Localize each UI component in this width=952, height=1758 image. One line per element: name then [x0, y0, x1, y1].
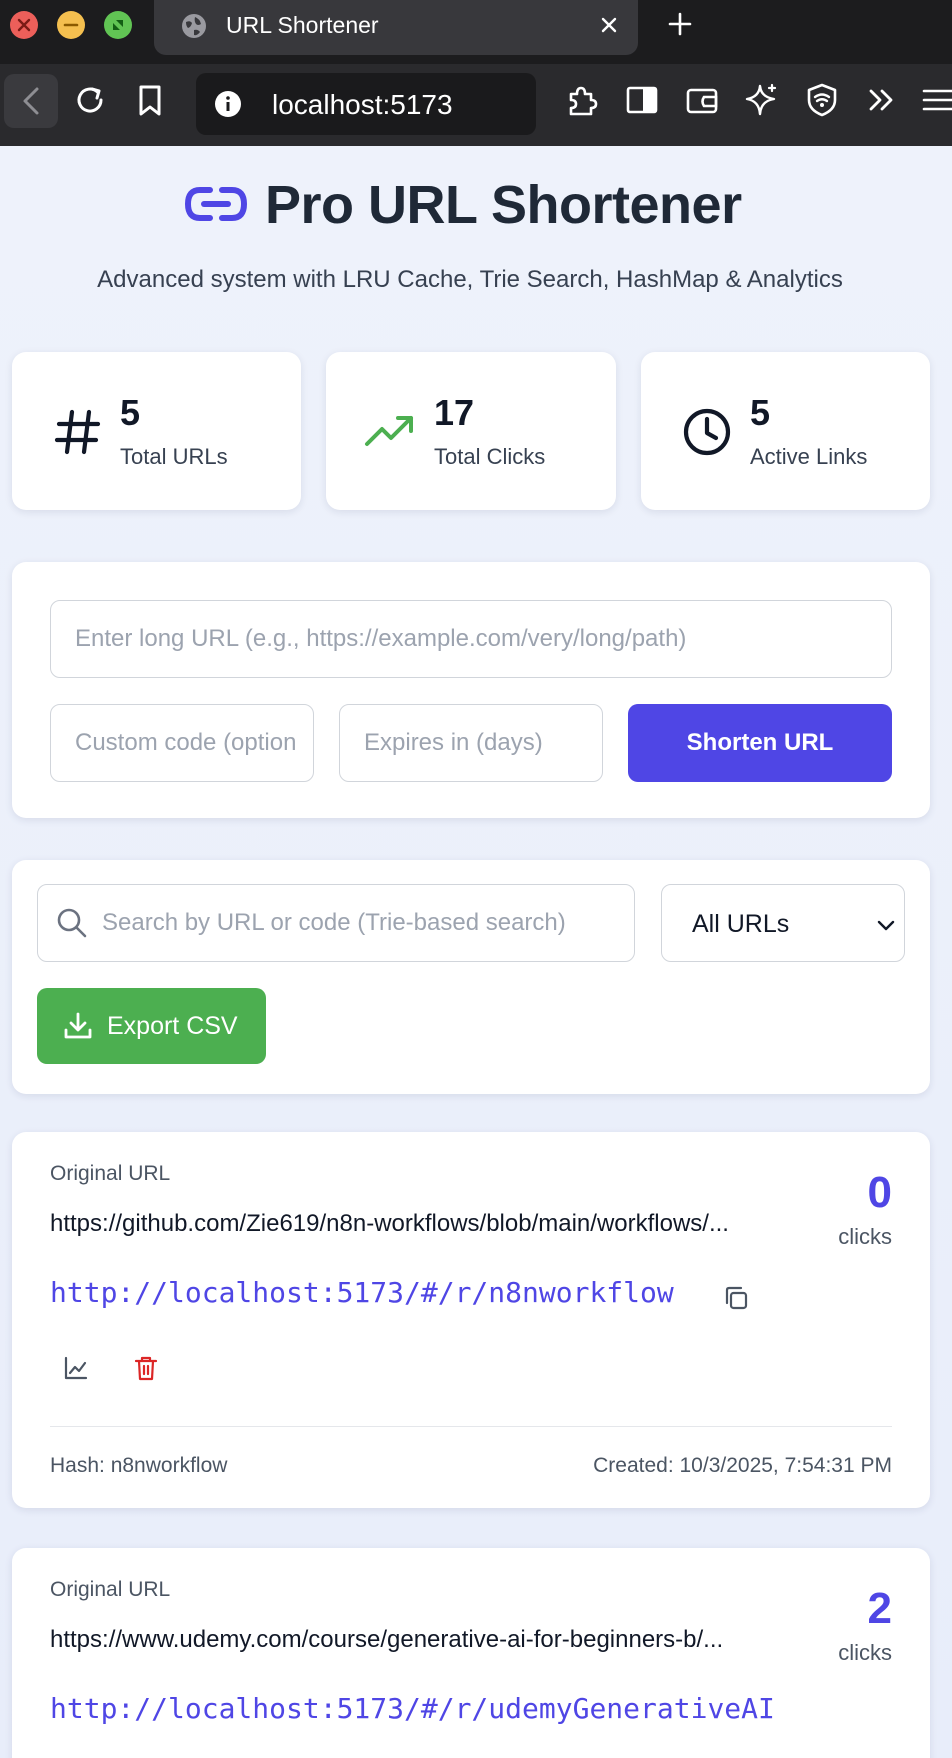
hash-value: Hash: n8nworkflow	[50, 1454, 228, 1477]
url-card: Original URL https://github.com/Zie619/n…	[12, 1132, 930, 1508]
page-content: Pro URL Shortener Advanced system with L…	[0, 146, 952, 1758]
url-card: Original URL https://www.udemy.com/cours…	[12, 1548, 930, 1758]
export-csv-label: Export CSV	[107, 1011, 238, 1040]
globe-icon	[182, 14, 206, 38]
trending-up-icon	[365, 416, 413, 446]
bookmark-icon[interactable]	[130, 80, 170, 120]
original-url: https://github.com/Zie619/n8n-workflows/…	[50, 1210, 729, 1237]
wallet-icon[interactable]	[682, 80, 722, 120]
divider	[50, 1426, 892, 1427]
long-url-field[interactable]	[50, 600, 892, 678]
shorten-url-label: Shorten URL	[686, 729, 834, 756]
overflow-chevrons-icon[interactable]	[862, 80, 902, 120]
back-button[interactable]	[4, 74, 58, 128]
analytics-chart-icon[interactable]	[62, 1354, 90, 1382]
original-url-label: Original URL	[50, 1578, 171, 1601]
browser-tab-bar: URL Shortener	[0, 0, 952, 64]
filter-selected-value: All URLs	[692, 910, 790, 938]
created-date: Created: 10/3/2025, 7:54:31 PM	[593, 1454, 892, 1477]
extensions-icon[interactable]	[562, 80, 602, 120]
page-subtitle: Advanced system with LRU Cache, Trie Sea…	[97, 266, 843, 293]
click-count-label: clicks	[838, 1640, 892, 1665]
stat-value: 17	[434, 392, 475, 433]
shorten-form: Shorten URL	[12, 562, 930, 818]
search-icon	[57, 908, 87, 938]
stat-label: Active Links	[750, 444, 868, 469]
clock-icon	[683, 408, 731, 456]
minimize-window-button[interactable]	[57, 11, 85, 39]
chevron-left-icon	[23, 87, 39, 115]
browser-toolbar: localhost:5173	[0, 64, 952, 146]
search-input[interactable]	[102, 885, 622, 961]
stat-value: 5	[120, 392, 141, 433]
address-bar[interactable]: localhost:5173	[196, 73, 536, 135]
browser-tab[interactable]: URL Shortener	[154, 0, 638, 55]
ai-sparkle-icon[interactable]	[742, 80, 782, 120]
custom-code-input[interactable]	[75, 705, 297, 781]
stat-card-total-clicks: 17 Total Clicks	[326, 352, 616, 510]
new-tab-icon[interactable]	[664, 8, 696, 40]
stat-card-total-urls: 5 Total URLs	[12, 352, 301, 510]
sidebar-icon[interactable]	[622, 80, 662, 120]
original-url-label: Original URL	[50, 1162, 171, 1185]
shorten-url-button[interactable]: Shorten URL	[628, 704, 892, 782]
export-csv-button[interactable]: Export CSV	[37, 988, 266, 1064]
long-url-input[interactable]	[75, 601, 875, 677]
stat-label: Total Clicks	[434, 444, 546, 469]
page-title: Pro URL Shortener	[265, 175, 742, 235]
download-icon	[64, 1012, 92, 1039]
stat-label: Total URLs	[120, 444, 228, 469]
filter-select[interactable]: All URLs	[661, 884, 905, 962]
click-count-label: clicks	[838, 1224, 892, 1249]
expires-input[interactable]	[364, 705, 586, 781]
trash-icon[interactable]	[132, 1354, 160, 1382]
click-count: 2	[867, 1584, 892, 1633]
link-icon	[184, 187, 248, 221]
custom-code-field[interactable]	[50, 704, 314, 782]
search-panel: All URLs Export CSV	[12, 860, 930, 1094]
close-tab-icon[interactable]	[594, 10, 624, 40]
chevron-down-icon	[877, 920, 895, 931]
original-url: https://www.udemy.com/course/generative-…	[50, 1626, 724, 1653]
copy-icon[interactable]	[722, 1284, 750, 1312]
hash-icon	[54, 409, 101, 455]
search-field[interactable]	[37, 884, 635, 962]
short-url-link[interactable]: http://localhost:5173/#/r/udemyGenerativ…	[50, 1692, 775, 1725]
click-count: 0	[867, 1168, 892, 1217]
stat-card-active-links: 5 Active Links	[641, 352, 930, 510]
menu-icon[interactable]	[918, 80, 952, 120]
tab-title: URL Shortener	[226, 12, 379, 38]
close-window-button[interactable]	[10, 11, 38, 39]
info-icon[interactable]	[214, 90, 242, 118]
shield-icon[interactable]	[802, 80, 842, 120]
fullscreen-window-button[interactable]	[104, 11, 132, 39]
short-url-link[interactable]: http://localhost:5173/#/r/n8nworkflow	[50, 1276, 674, 1309]
address-text: localhost:5173	[272, 89, 453, 120]
expires-field[interactable]	[339, 704, 603, 782]
reload-icon[interactable]	[70, 80, 110, 120]
stat-value: 5	[750, 392, 771, 433]
